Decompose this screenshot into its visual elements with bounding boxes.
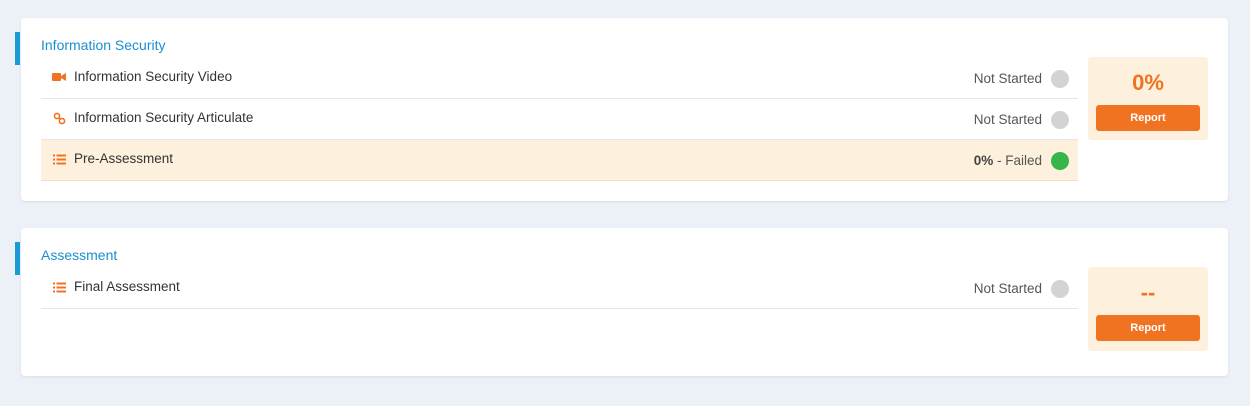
- list-icon: [52, 280, 66, 294]
- section-card-information-security: Information Security Information Securit…: [15, 18, 1228, 201]
- list-icon: [52, 152, 66, 166]
- report-button[interactable]: Report: [1096, 315, 1200, 341]
- report-button[interactable]: Report: [1096, 105, 1200, 131]
- status-indicator: [1051, 280, 1069, 298]
- status-indicator: [1051, 152, 1069, 170]
- section-title: Assessment: [41, 247, 118, 263]
- module-result: - Failed: [993, 153, 1042, 168]
- link-icon: [52, 111, 66, 125]
- module-row-information-security-articulate[interactable]: Information Security Articulate Not Star…: [41, 99, 1078, 140]
- score-panel: 0% Report: [1088, 57, 1208, 140]
- section-score: --: [1140, 280, 1156, 305]
- video-camera-icon: [52, 70, 66, 84]
- status-indicator: [1051, 70, 1069, 88]
- score-panel: -- Report: [1088, 267, 1208, 351]
- module-list: Information Security Video Not Started I…: [41, 58, 1078, 181]
- section-accent-bar: [15, 32, 20, 65]
- module-status: Not Started: [973, 112, 1042, 127]
- module-row-pre-assessment[interactable]: Pre-Assessment 0% - Failed: [41, 140, 1078, 181]
- module-row-final-assessment[interactable]: Final Assessment Not Started: [41, 268, 1078, 309]
- section-accent-bar: [15, 242, 20, 275]
- module-label: Information Security Video: [74, 69, 233, 84]
- module-row-information-security-video[interactable]: Information Security Video Not Started: [41, 58, 1078, 99]
- module-score: 0%: [973, 153, 994, 168]
- module-status: Not Started: [973, 281, 1042, 296]
- module-status: 0% - Failed: [974, 153, 1042, 168]
- module-list: Final Assessment Not Started: [41, 268, 1078, 309]
- module-label: Final Assessment: [74, 279, 180, 294]
- section-score: 0%: [1132, 70, 1164, 95]
- status-indicator: [1051, 111, 1069, 129]
- module-status: Not Started: [973, 71, 1042, 86]
- section-title: Information Security: [41, 37, 166, 53]
- module-label: Information Security Articulate: [74, 110, 254, 125]
- module-label: Pre-Assessment: [74, 151, 174, 166]
- section-card-assessment: Assessment Final Assessment Not Started …: [15, 228, 1228, 376]
